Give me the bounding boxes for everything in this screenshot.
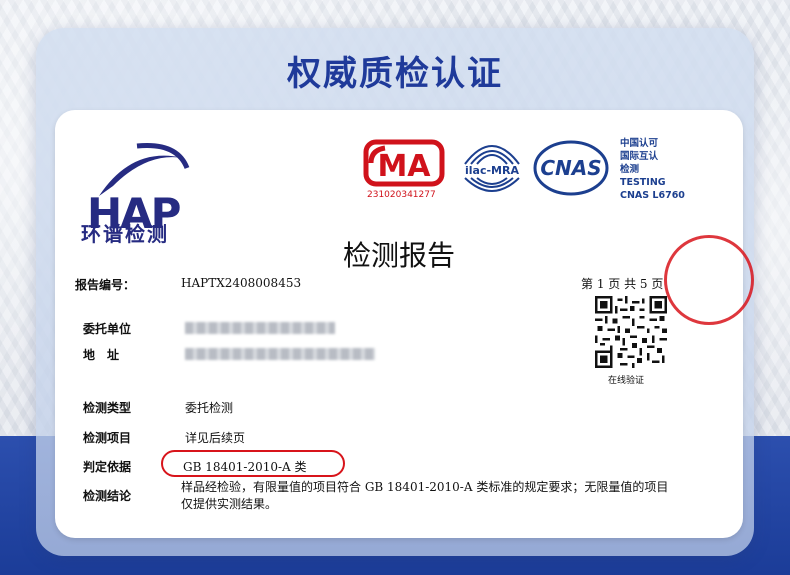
client-value-redacted	[185, 322, 335, 334]
conclusion-text: 样品经检验，有限量值的项目符合 GB 18401-2010-A 类标准的规定要求…	[181, 480, 669, 511]
qr-code-icon	[595, 296, 667, 368]
test-type-value: 委托检测	[185, 401, 234, 415]
cma-number: 231020341277	[367, 190, 436, 200]
test-items-value: 详见后续页	[185, 431, 246, 445]
address-label: 地 址	[83, 348, 120, 362]
svg-text:CNAS: CNAS	[540, 156, 601, 180]
address-value-redacted	[185, 348, 375, 360]
svg-text:ilac-MRA: ilac-MRA	[465, 164, 519, 177]
red-seal-stamp-icon	[664, 235, 754, 325]
banner-title: 权威质检认证	[287, 54, 503, 94]
conclusion-label: 检测结论	[83, 489, 132, 503]
svg-text:MA: MA	[377, 149, 431, 184]
report-title: 检测报告	[342, 239, 455, 272]
report-number-value: HAPTX2408008453	[181, 276, 302, 290]
test-items-label: 检测项目	[83, 431, 132, 445]
client-label: 委托单位	[83, 322, 132, 336]
test-type-label: 检测类型	[83, 401, 132, 415]
cnas-accreditation-text: 中国认可 国际互认 检测 TESTING CNAS L6760	[620, 138, 685, 201]
report-card: HAP 环谱检测 MA 231020341277 ilac-MRA CNAS 中…	[55, 110, 743, 538]
report-number-label: 报告编号：	[75, 278, 136, 292]
page-info: 第 1 页 共 5 页	[581, 277, 664, 291]
ilac-mra-logo-icon: ilac-MRA	[464, 145, 520, 192]
cnas-logo-icon: CNAS	[533, 140, 609, 196]
qr-caption: 在线验证	[608, 376, 645, 386]
basis-highlight-circle	[161, 450, 345, 477]
basis-label: 判定依据	[83, 460, 132, 474]
